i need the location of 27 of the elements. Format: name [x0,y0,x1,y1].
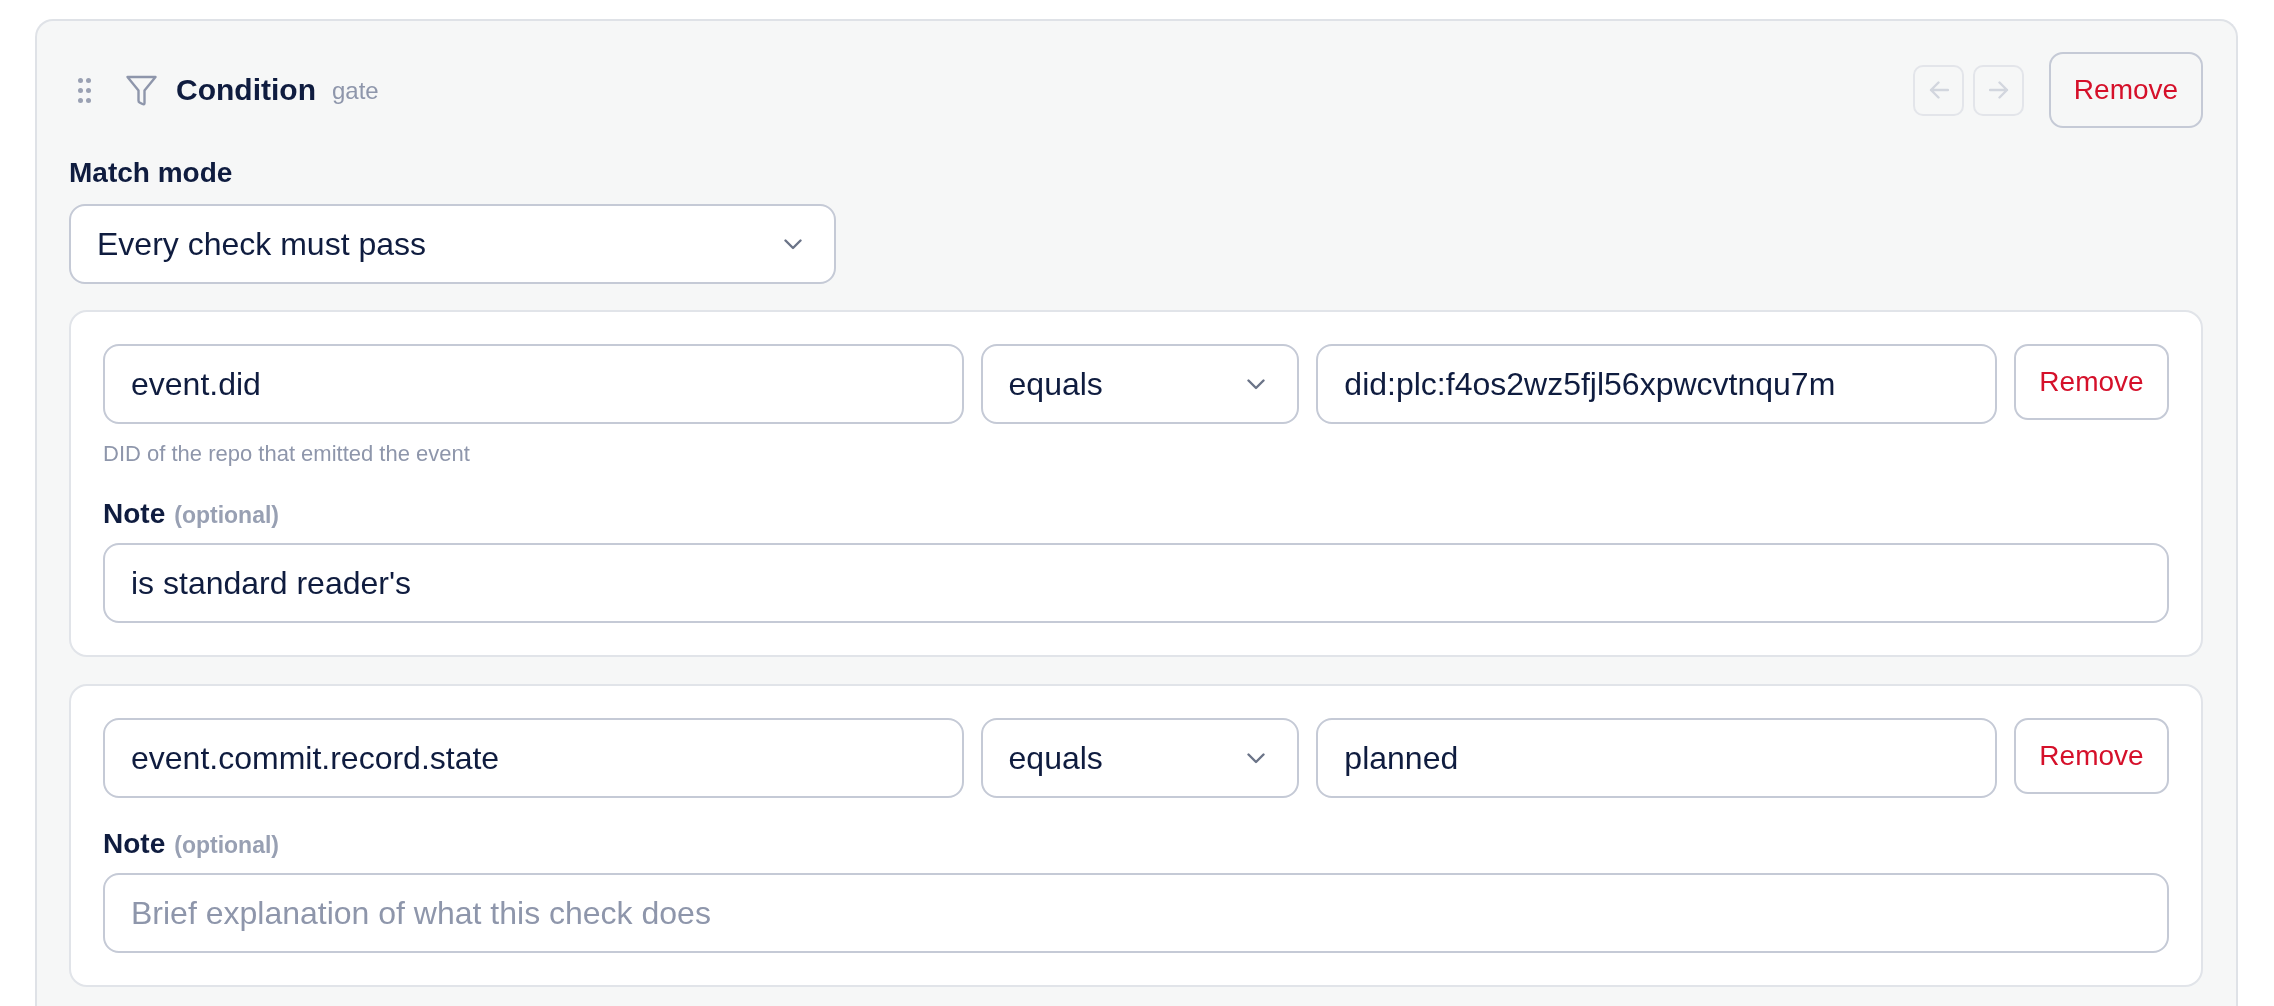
block-title: Condition [176,72,316,108]
field-input[interactable]: event.commit.record.state [103,718,964,798]
chevron-down-icon [1247,378,1266,390]
optional-label: (optional) [174,831,279,860]
block-type-tag: gate [331,76,379,106]
note-input[interactable]: is standard reader's [103,543,2169,623]
value-input[interactable]: planned [1316,718,1997,798]
operator-select[interactable]: equals [980,718,1300,798]
operator-select[interactable]: equals [980,344,1300,424]
remove-button[interactable]: Remove [2014,344,2169,420]
arrow-left-icon [1928,81,1949,99]
drag-handle-icon[interactable] [78,77,91,103]
chevron-down-icon [784,238,802,250]
chevron-down-icon [1247,752,1266,764]
remove-button[interactable]: Remove [2014,718,2169,794]
optional-label: (optional) [174,501,279,530]
note-input[interactable]: Brief explanation of what this check does [103,873,2169,953]
match-mode-label: Match mode [69,158,234,188]
note-label: Note [103,498,166,529]
value-input[interactable]: did:plc:f4os2wz5fjl56xpwcvtnqu7m [1316,344,1997,424]
field-hint: DID of the repo that emitted the event [103,440,471,468]
match-mode-select[interactable]: Every check must pass [69,204,836,284]
funnel-icon [125,73,158,107]
field-input[interactable]: event.did [103,344,964,424]
arrow-right-icon [1988,81,2009,99]
remove-button[interactable]: Remove [2049,52,2203,128]
note-label: Note [103,828,166,859]
